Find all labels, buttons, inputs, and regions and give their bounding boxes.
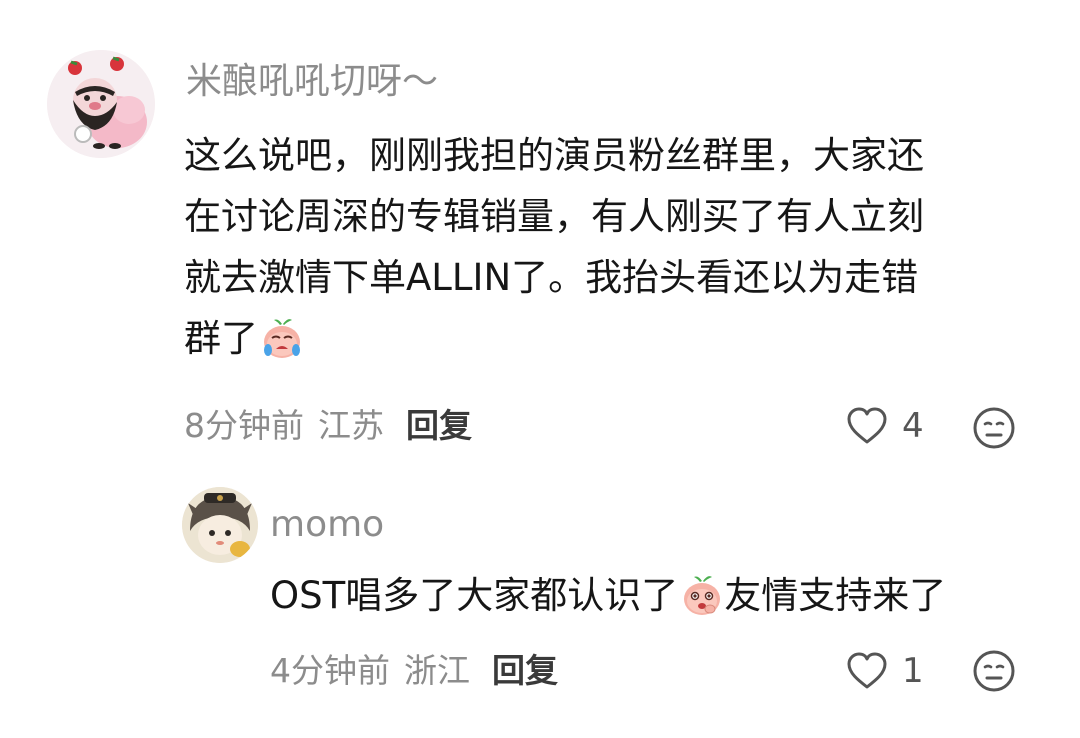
comment-text-line: 这么说吧，刚刚我担的演员粉丝群里，大家还: [184, 134, 924, 177]
crying-peach-emoji: [260, 316, 304, 360]
shy-peach-emoji: [680, 573, 724, 617]
reply-username[interactable]: momo: [270, 505, 384, 545]
heart-outline-icon: [847, 407, 887, 444]
comment-text: 这么说吧，刚刚我担的演员粉丝群里，大家还 在讨论周深的专辑销量，有人刚买了有人立…: [184, 125, 1044, 369]
comment-meta: 8分钟前 江苏 回复: [184, 406, 472, 446]
comment-time: 8分钟前: [184, 406, 304, 445]
reply-text-part: OST唱多了大家都认识了: [270, 574, 679, 617]
comment-username[interactable]: 米酿吼吼切呀～: [186, 62, 438, 102]
meh-face-icon[interactable]: [972, 649, 1016, 693]
like-button[interactable]: 1: [846, 651, 924, 691]
avatar[interactable]: [182, 487, 258, 563]
avatar[interactable]: [47, 50, 155, 158]
comment-location: 江苏: [318, 406, 384, 445]
like-count: 4: [902, 406, 924, 446]
like-count: 1: [902, 651, 924, 691]
comment-text-line: 群了: [184, 308, 1044, 369]
reply-text: OST唱多了大家都认识了 友情支持来了: [270, 565, 946, 626]
reply-time: 4分钟前: [270, 651, 390, 690]
comment-text-line-content: 群了: [184, 317, 258, 360]
reply-button[interactable]: 回复: [406, 406, 472, 445]
meh-face-icon[interactable]: [972, 406, 1016, 450]
like-button[interactable]: 4: [846, 406, 924, 446]
reply-location: 浙江: [404, 651, 470, 690]
reply-text-part: 友情支持来了: [724, 574, 947, 617]
reply-meta: 4分钟前 浙江 回复: [270, 651, 558, 691]
heart-outline-icon: [847, 652, 887, 689]
comment-text-line: 就去激情下单ALLIN了。我抬头看还以为走错: [184, 256, 919, 299]
comment-text-line: 在讨论周深的专辑销量，有人刚买了有人立刻: [184, 195, 924, 238]
reply-button[interactable]: 回复: [492, 651, 558, 690]
